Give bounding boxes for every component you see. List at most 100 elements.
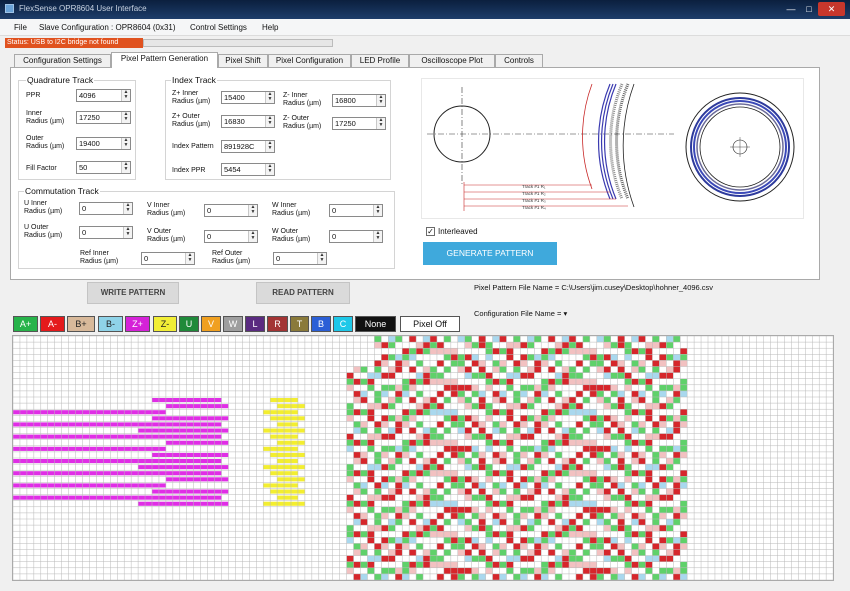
pattern-pixel xyxy=(346,506,354,513)
index-ppr-input[interactable]: 5454 ▲ ▼ xyxy=(221,163,275,176)
pattern-pixel xyxy=(520,433,528,440)
pattern-pixel xyxy=(346,439,354,446)
tab-pixel-configuration[interactable]: Pixel Configuration xyxy=(268,54,351,67)
v-inner-radius-input[interactable]: 0 ▲ ▼ xyxy=(204,204,258,217)
generate-pattern-button[interactable]: GENERATE PATTERN xyxy=(423,242,557,265)
pattern-pixel xyxy=(638,531,646,538)
read-pattern-button[interactable]: READ PATTERN xyxy=(256,282,350,304)
quad-inner-radius-input[interactable]: 17250 ▲ ▼ xyxy=(76,111,131,124)
color-button-b[interactable]: B xyxy=(311,316,331,332)
pattern-pixel xyxy=(603,384,611,391)
menu-control-settings[interactable]: Control Settings xyxy=(190,23,247,32)
pattern-pixel xyxy=(548,531,556,538)
z-plus-bar xyxy=(138,428,229,433)
color-button-u[interactable]: U xyxy=(179,316,199,332)
menu-help[interactable]: Help xyxy=(262,23,278,32)
pixel-pattern-grid[interactable] xyxy=(12,335,834,581)
pattern-pixel xyxy=(652,458,660,465)
color-button-t[interactable]: T xyxy=(290,316,309,332)
pattern-pixel xyxy=(541,567,549,574)
pattern-pixel xyxy=(575,421,583,428)
color-button-pixel-off[interactable]: Pixel Off xyxy=(400,316,460,332)
pattern-pixel xyxy=(506,433,514,440)
ref-inner-radius-input[interactable]: 0 ▲ ▼ xyxy=(141,252,195,265)
color-button-a-minus[interactable]: A- xyxy=(40,316,65,332)
menu-slave-configuration[interactable]: Slave Configuration : OPR8604 (0x31) xyxy=(39,23,176,32)
pattern-pixel xyxy=(596,415,604,422)
pattern-pixel xyxy=(603,549,611,556)
w-inner-radius-input[interactable]: 0 ▲ ▼ xyxy=(329,204,383,217)
pattern-pixel xyxy=(589,348,597,355)
pattern-pixel xyxy=(624,476,632,483)
color-button-v[interactable]: V xyxy=(201,316,221,332)
color-button-l[interactable]: L xyxy=(245,316,265,332)
tab-led-profile[interactable]: LED Profile xyxy=(351,54,409,67)
zm-inner-radius-input[interactable]: 16800 ▲ ▼ xyxy=(332,94,386,107)
pattern-pixel xyxy=(464,506,472,513)
color-button-w[interactable]: W xyxy=(223,316,243,332)
pattern-pixel xyxy=(499,427,507,434)
color-button-none[interactable]: None xyxy=(355,316,396,332)
pattern-pixel xyxy=(395,537,403,544)
color-button-a-plus[interactable]: A+ xyxy=(13,316,38,332)
zp-inner-radius-input[interactable]: 15400 ▲ ▼ xyxy=(221,91,275,104)
pattern-pixel xyxy=(423,525,430,532)
ref-outer-radius-input[interactable]: 0 ▲ ▼ xyxy=(273,252,327,265)
pattern-pixel xyxy=(617,336,625,343)
pattern-pixel xyxy=(430,403,437,410)
pattern-pixel xyxy=(603,494,611,501)
tab-pixel-shift[interactable]: Pixel Shift xyxy=(218,54,268,67)
maximize-button[interactable]: □ xyxy=(800,2,818,16)
pattern-pixel xyxy=(541,390,549,397)
interleaved-checkbox[interactable]: ✓ xyxy=(426,227,435,236)
color-button-b-minus[interactable]: B- xyxy=(98,316,123,332)
color-button-c[interactable]: C xyxy=(333,316,353,332)
close-button[interactable]: ✕ xyxy=(818,2,845,16)
pattern-pixel xyxy=(520,482,528,489)
tab-pixel-pattern-generation[interactable]: Pixel Pattern Generation xyxy=(111,52,218,68)
minimize-button[interactable]: — xyxy=(782,2,800,16)
pattern-pixel xyxy=(360,427,368,434)
pattern-pixel xyxy=(520,451,528,458)
v-outer-radius-input[interactable]: 0 ▲ ▼ xyxy=(204,230,258,243)
color-button-b-plus[interactable]: B+ xyxy=(67,316,95,332)
pattern-pixel xyxy=(534,482,542,489)
quad-outer-radius-input[interactable]: 19400 ▲ ▼ xyxy=(76,137,131,150)
pattern-pixel xyxy=(346,500,354,507)
pattern-pixel xyxy=(624,555,632,562)
pattern-pixel xyxy=(464,372,472,379)
color-button-r[interactable]: R xyxy=(267,316,288,332)
chevron-down-icon[interactable]: ▾ xyxy=(563,309,567,318)
u-outer-radius-input[interactable]: 0 ▲ ▼ xyxy=(79,226,133,239)
tab-oscilloscope-plot[interactable]: Oscilloscope Plot xyxy=(409,54,495,67)
pattern-pixel xyxy=(492,512,500,519)
pattern-pixel xyxy=(596,476,604,483)
fill-factor-input[interactable]: 50 ▲ ▼ xyxy=(76,161,131,174)
pattern-pixel xyxy=(492,573,500,580)
pattern-pixel xyxy=(617,494,625,501)
pattern-pixel xyxy=(582,458,590,465)
menu-file[interactable]: File xyxy=(14,23,27,32)
zm-outer-radius-input[interactable]: 17250 ▲ ▼ xyxy=(332,117,386,130)
tab-configuration-settings[interactable]: Configuration Settings xyxy=(14,54,111,67)
pattern-pixel xyxy=(562,439,569,446)
write-pattern-button[interactable]: WRITE PATTERN xyxy=(87,282,179,304)
pattern-pixel xyxy=(673,482,681,489)
pattern-pixel xyxy=(575,439,583,446)
tab-controls[interactable]: Controls xyxy=(495,54,543,67)
pattern-pixel xyxy=(443,488,451,495)
pattern-pixel xyxy=(450,378,458,385)
color-button-z-minus[interactable]: Z- xyxy=(153,316,177,332)
pattern-pixel xyxy=(499,378,507,385)
w-outer-radius-input[interactable]: 0 ▲ ▼ xyxy=(329,230,383,243)
pattern-pixel xyxy=(423,458,430,465)
pattern-pixel xyxy=(381,433,389,440)
index-pattern-input[interactable]: 891928C ▲ ▼ xyxy=(221,140,275,153)
pattern-pixel xyxy=(617,427,625,434)
ppr-input[interactable]: 4096 ▲ ▼ xyxy=(76,89,131,102)
color-button-z-plus[interactable]: Z+ xyxy=(125,316,150,332)
zp-outer-radius-input[interactable]: 16830 ▲ ▼ xyxy=(221,115,275,128)
pattern-pixel xyxy=(360,397,368,404)
pattern-pixel xyxy=(673,451,681,458)
u-inner-radius-input[interactable]: 0 ▲ ▼ xyxy=(79,202,133,215)
